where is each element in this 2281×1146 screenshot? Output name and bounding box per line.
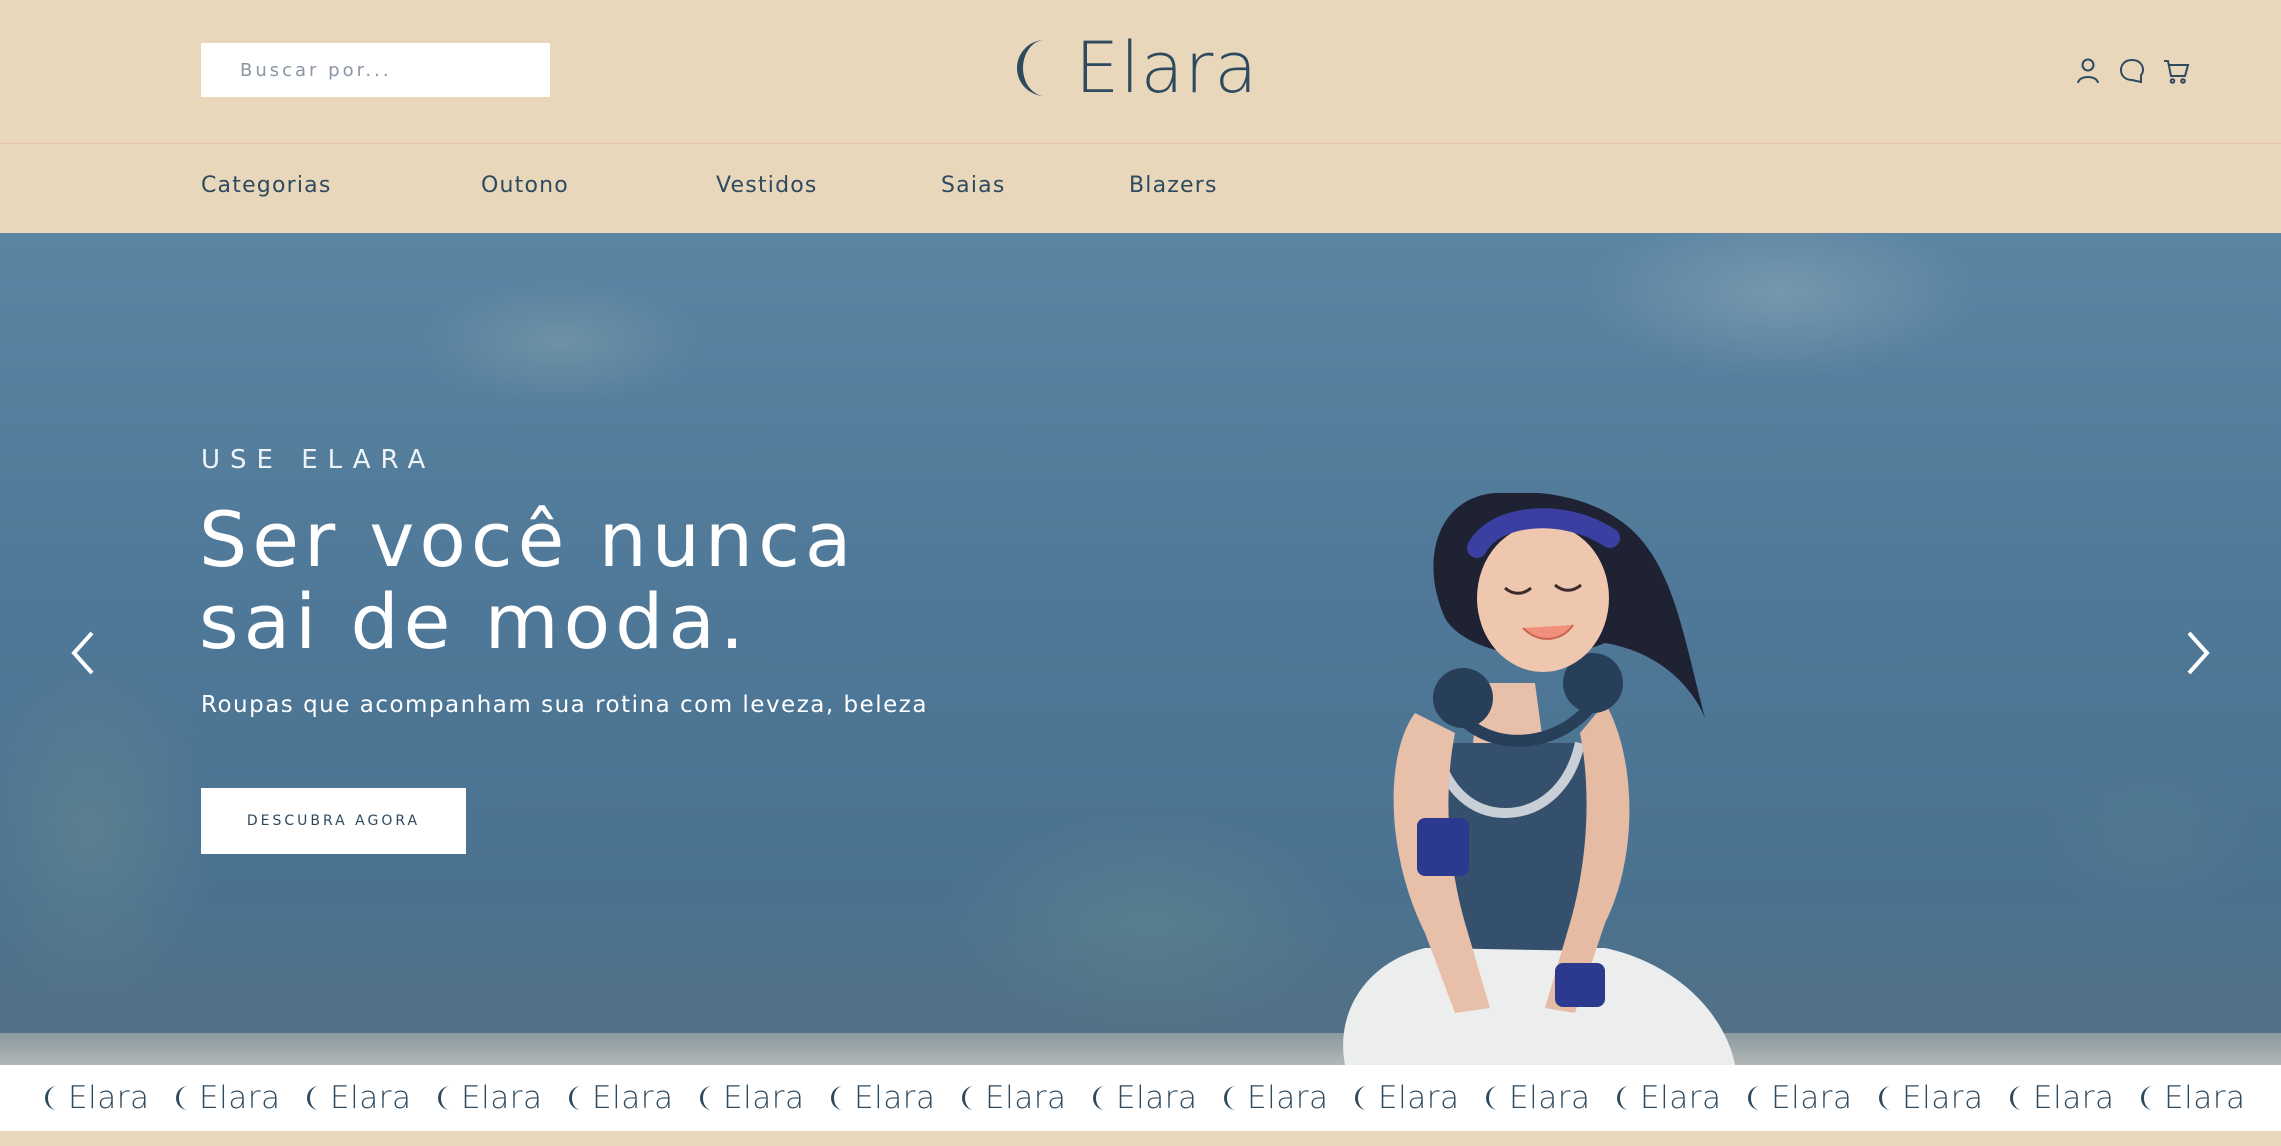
hero-floor [0, 1033, 2281, 1065]
marquee-brand-text: Elara [592, 1080, 674, 1116]
marquee-brand-text: Elara [854, 1080, 936, 1116]
hero-subtitle: Roupas que acompanham sua rotina com lev… [201, 692, 928, 718]
marquee-brand-text: Elara [2033, 1080, 2115, 1116]
marquee-item: Elara [1485, 1077, 1616, 1119]
hero-headline-line-1: Ser você nunca [199, 495, 857, 584]
moon-logo-icon [1748, 1086, 1760, 1110]
moon-logo-icon [569, 1086, 581, 1110]
main-nav: Categorias Outono Vestidos Saias Blazers [0, 145, 2281, 233]
hero-eyebrow: USE ELARA [201, 445, 436, 475]
header-actions [2073, 56, 2191, 86]
brand-logo[interactable]: Elara [1015, 30, 1258, 106]
moon-logo-icon [1879, 1086, 1891, 1110]
marquee-brand-text: Elara [199, 1080, 281, 1116]
marquee-brand-text: Elara [1116, 1080, 1198, 1116]
marquee-brand-text: Elara [1771, 1080, 1853, 1116]
marquee-item: Elara [1616, 1077, 1747, 1119]
marquee-item: Elara [830, 1077, 961, 1119]
search-input[interactable] [240, 43, 550, 97]
user-icon[interactable] [2073, 56, 2103, 86]
moon-logo-icon [1017, 40, 1045, 96]
marquee-brand-text: Elara [1640, 1080, 1722, 1116]
discover-now-button[interactable]: DESCUBRA AGORA [201, 788, 466, 854]
moon-logo-icon [700, 1086, 712, 1110]
nav-item-outono[interactable]: Outono [481, 173, 569, 198]
marquee-item: Elara [699, 1077, 830, 1119]
chat-icon[interactable] [2117, 56, 2147, 86]
nav-item-categorias[interactable]: Categorias [201, 173, 332, 198]
nav-item-blazers[interactable]: Blazers [1129, 173, 1218, 198]
site-header: Elara [0, 0, 2281, 144]
moon-logo-icon [962, 1086, 974, 1110]
marquee-brand-text: Elara [723, 1080, 805, 1116]
nav-item-saias[interactable]: Saias [941, 173, 1006, 198]
marquee-item: Elara [306, 1077, 437, 1119]
marquee-brand-text: Elara [1902, 1080, 1984, 1116]
cart-icon[interactable] [2161, 56, 2191, 86]
moon-logo-icon [2141, 1086, 2153, 1110]
marquee-item: Elara [1354, 1077, 1485, 1119]
chevron-right-icon[interactable] [2175, 623, 2219, 683]
brand-marquee: Elara Elara Elara Elara Elara Elara Elara Elara… [0, 1065, 2281, 1131]
marquee-brand-text: Elara [461, 1080, 543, 1116]
marquee-brand-text: Elara [1247, 1080, 1329, 1116]
nav-item-vestidos[interactable]: Vestidos [716, 173, 818, 198]
marquee-item: Elara [2009, 1077, 2140, 1119]
moon-logo-icon [1355, 1086, 1367, 1110]
moon-logo-icon [438, 1086, 450, 1110]
marquee-item: Elara [2140, 1077, 2271, 1119]
hero-model-image [1343, 493, 1735, 1065]
moon-logo-icon [1617, 1086, 1629, 1110]
moon-logo-icon [1486, 1086, 1498, 1110]
marquee-track: Elara Elara Elara Elara Elara Elara Elara Elara… [44, 1077, 2271, 1119]
marquee-brand-text: Elara [68, 1080, 150, 1116]
marquee-item: Elara [1747, 1077, 1878, 1119]
bottom-strip [0, 1131, 2281, 1146]
marquee-item: Elara [1092, 1077, 1223, 1119]
marquee-item: Elara [1878, 1077, 2009, 1119]
marquee-item: Elara [437, 1077, 568, 1119]
hero-banner: USE ELARA Ser você nunca sai de moda. Ro… [0, 233, 2281, 1065]
marquee-item: Elara [961, 1077, 1092, 1119]
brand-name: Elara [1075, 27, 1259, 109]
search-box[interactable] [201, 43, 550, 97]
marquee-brand-text: Elara [330, 1080, 412, 1116]
marquee-brand-text: Elara [1378, 1080, 1460, 1116]
marquee-item: Elara [1223, 1077, 1354, 1119]
hero-headline-line-2: sai de moda. [199, 577, 750, 666]
chevron-left-icon[interactable] [62, 623, 106, 683]
hero-headline: Ser você nunca sai de moda. [199, 499, 999, 663]
moon-logo-icon [176, 1086, 188, 1110]
marquee-brand-text: Elara [985, 1080, 1067, 1116]
marquee-brand-text: Elara [2164, 1080, 2246, 1116]
moon-logo-icon [45, 1086, 57, 1110]
moon-logo-icon [831, 1086, 843, 1110]
moon-logo-icon [2010, 1086, 2022, 1110]
moon-logo-icon [1224, 1086, 1236, 1110]
moon-logo-icon [1093, 1086, 1105, 1110]
marquee-item: Elara [44, 1077, 175, 1119]
marquee-brand-text: Elara [1509, 1080, 1591, 1116]
marquee-item: Elara [568, 1077, 699, 1119]
moon-logo-icon [307, 1086, 319, 1110]
marquee-item: Elara [175, 1077, 306, 1119]
